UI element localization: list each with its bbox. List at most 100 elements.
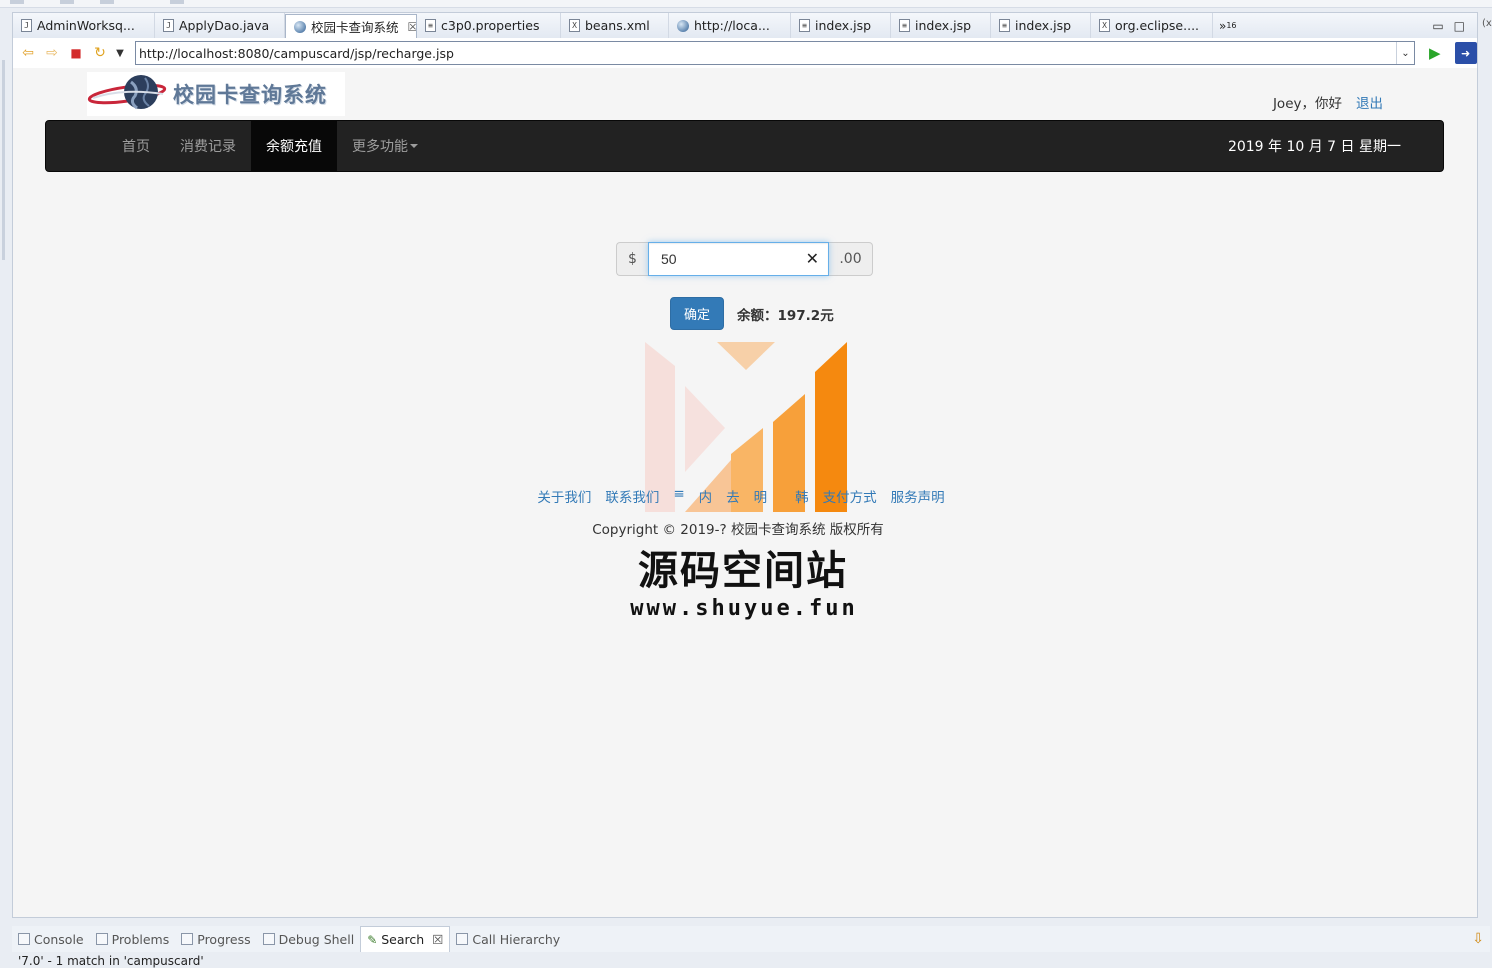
problems-icon (95, 933, 108, 945)
tab-label: index.jsp (915, 18, 972, 33)
tab-call-hierarchy[interactable]: Call Hierarchy (450, 926, 566, 952)
tab-console[interactable]: Console (12, 926, 90, 952)
java-file-icon: J (21, 19, 32, 32)
browser-globe-icon (677, 19, 689, 32)
logo-text: 校园卡查询系统 (173, 83, 327, 107)
footer-link[interactable]: 关于我们 (537, 486, 591, 506)
go-icon[interactable]: ▶ (1429, 44, 1441, 62)
amount-field-wrap: ✕ (648, 242, 829, 276)
nav-recharge[interactable]: 余额充值 (251, 121, 337, 171)
overflow-count: 16 (1226, 21, 1237, 30)
editor-tab-active[interactable]: 校园卡查询系统 ☒ (285, 14, 417, 38)
decimal-addon: .00 (829, 242, 873, 276)
nav-label: 首页 (122, 139, 150, 155)
refresh-icon[interactable]: ↻ (91, 44, 109, 62)
tab-problems[interactable]: Problems (90, 926, 176, 952)
editor-tab[interactable]: J ApplyDao.java (155, 13, 285, 38)
tab-debug-shell[interactable]: Debug Shell (257, 926, 361, 952)
toolbar-icon[interactable] (60, 0, 74, 4)
clear-icon[interactable]: ✕ (806, 249, 819, 269)
nav-consumption-records[interactable]: 消费记录 (165, 121, 251, 171)
tab-label: Search (381, 932, 425, 947)
browser-globe-icon (294, 20, 306, 33)
search-icon: ✎ (367, 932, 378, 947)
progress-icon (181, 933, 194, 945)
window-controls: ▭ □ (1432, 13, 1477, 38)
footer-link[interactable]: 明 (754, 486, 768, 506)
user-greeting: Joey，你好 (1272, 96, 1342, 112)
editor-tab[interactable]: X beans.xml (561, 13, 669, 38)
jsp-file-icon: ≡ (799, 19, 810, 32)
back-arrow-icon[interactable]: ⇦ (19, 44, 37, 62)
tab-label: Console (34, 931, 84, 947)
footer-link[interactable]: ≡ (673, 486, 684, 506)
footer-link[interactable]: 联系我们 (605, 486, 659, 506)
editor-tab[interactable]: ≡ c3p0.properties (417, 13, 561, 38)
url-bar[interactable]: http://localhost:8080/campuscard/jsp/rec… (135, 41, 1415, 65)
tab-progress[interactable]: Progress (175, 926, 256, 952)
bottom-panel-tabs: Console Problems Progress Debug Shell ✎ … (12, 926, 1490, 952)
call-hierarchy-icon (456, 933, 469, 945)
footer-link[interactable]: 去 (726, 486, 740, 506)
editor-tab[interactable]: X org.eclipse.... (1091, 13, 1213, 38)
editor-tab[interactable]: J AdminWorksq... (13, 13, 155, 38)
toolbar-icon[interactable] (10, 0, 24, 4)
chevron-down-icon[interactable]: ▼ (115, 44, 125, 62)
editor-tab[interactable]: ≡ index.jsp (791, 13, 891, 38)
tab-search[interactable]: ✎ Search ☒ (360, 926, 451, 952)
toolbar-icon[interactable] (100, 0, 114, 4)
xml-file-icon: X (1099, 19, 1110, 32)
stop-icon[interactable]: ■ (67, 44, 85, 62)
tab-label: Problems (111, 931, 170, 947)
toolbar-icon[interactable] (170, 0, 184, 4)
footer-links: 关于我们 联系我们 ≡ 内 去 明 韩 支付方式 服务声明 (13, 486, 1477, 506)
editor-tab[interactable]: ≡ index.jsp (991, 13, 1091, 38)
logout-link[interactable]: 退出 (1356, 92, 1383, 112)
nav-more-dropdown[interactable]: 更多功能 (337, 121, 433, 171)
recharge-input-group: $ ✕ .00 (616, 242, 873, 276)
tab-label: http://loca... (694, 18, 770, 33)
currency-addon: $ (616, 242, 648, 276)
copyright-text: Copyright © 2019-? 校园卡查询系统 版权所有 (592, 522, 884, 538)
java-file-icon: J (163, 19, 174, 32)
maximize-icon[interactable]: □ (1454, 19, 1465, 33)
caret-down-icon (410, 144, 418, 148)
footer-link[interactable]: 内 (699, 486, 713, 506)
browser-viewport: 校园卡查询系统 Joey，你好 退出 首页 消费记录 余额充值 更多功能 201… (12, 68, 1478, 918)
debug-shell-icon (262, 933, 275, 945)
jsp-file-icon: ≡ (999, 19, 1010, 32)
editor-tab[interactable]: ≡ index.jsp (891, 13, 991, 38)
footer-link-payment[interactable]: 支付方式 (823, 486, 877, 506)
tab-label: Debug Shell (278, 931, 355, 947)
tab-label: Call Hierarchy (472, 931, 561, 947)
logo-globe-icon (87, 72, 173, 116)
tab-label: c3p0.properties (441, 18, 540, 33)
recharge-amount-input[interactable] (648, 242, 829, 276)
close-icon[interactable]: ☒ (408, 20, 416, 34)
nav-label: 更多功能 (352, 139, 408, 155)
tab-label: org.eclipse.... (1115, 18, 1200, 33)
partial-close-icon[interactable]: (x (1482, 18, 1492, 29)
overflow-chevron-icon: » (1219, 18, 1227, 33)
nav-home[interactable]: 首页 (107, 121, 165, 171)
left-gutter (0, 40, 8, 920)
editor-tab[interactable]: http://loca... (669, 13, 791, 38)
current-date: 2019 年 10 月 7 日 星期一 (1227, 139, 1401, 155)
tab-label: Progress (197, 931, 251, 947)
nav-label: 余额充值 (266, 139, 322, 155)
footer-link-terms[interactable]: 服务声明 (891, 486, 945, 506)
watermark-triangle (717, 342, 775, 370)
footer-link[interactable]: 韩 (795, 486, 809, 506)
tab-overflow-button[interactable]: » 16 (1213, 13, 1243, 38)
external-browser-icon[interactable]: ➜ (1454, 42, 1477, 64)
forward-arrow-icon[interactable]: ⇨ (43, 44, 61, 62)
search-status: '7.0' - 1 match in 'campuscard' (18, 954, 204, 968)
minimize-panel-icon[interactable]: ⇩ (1472, 931, 1484, 947)
url-dropdown-icon[interactable]: ⌄ (1396, 42, 1414, 64)
url-text: http://localhost:8080/campuscard/jsp/rec… (139, 45, 454, 61)
xml-file-icon: X (569, 19, 580, 32)
minimize-icon[interactable]: ▭ (1432, 19, 1443, 33)
confirm-button[interactable]: 确定 (670, 297, 724, 330)
close-icon[interactable]: ☒ (432, 932, 443, 947)
site-logo[interactable]: 校园卡查询系统 (87, 72, 345, 116)
